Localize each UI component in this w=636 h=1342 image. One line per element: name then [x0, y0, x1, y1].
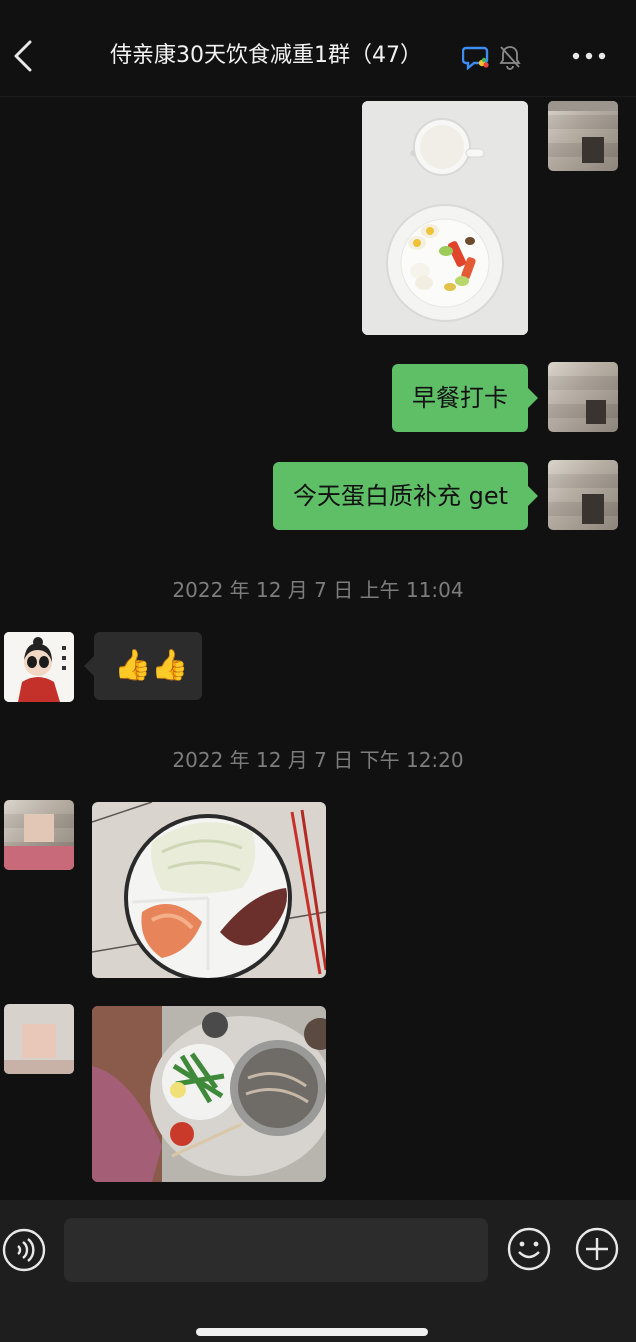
message-bubble[interactable]: 早餐打卡 — [392, 364, 538, 432]
lunch-photo[interactable] — [92, 802, 326, 978]
bell-slash-icon — [499, 46, 521, 70]
group-chat-icon[interactable] — [462, 44, 490, 70]
voice-icon[interactable] — [2, 1228, 46, 1272]
home-indicator — [196, 1328, 428, 1336]
emoji-icon[interactable] — [506, 1226, 552, 1272]
avatar[interactable] — [4, 1004, 74, 1074]
avatar[interactable] — [548, 101, 618, 171]
avatar[interactable] — [548, 460, 618, 530]
thumbs-up-emoji: 👍👍 — [114, 648, 189, 683]
breakfast-photo[interactable] — [362, 101, 528, 335]
timestamp: 2022 年 12 月 7 日 上午 11:04 — [172, 578, 464, 602]
dinner-photo[interactable] — [92, 1006, 326, 1182]
chat-title: 侍亲康30天饮食减重1群（47） — [110, 43, 422, 68]
message-bubble[interactable]: 👍👍 — [84, 632, 202, 700]
chevron-left-icon[interactable] — [6, 36, 40, 76]
avatar[interactable] — [4, 632, 74, 702]
avatar[interactable] — [548, 362, 618, 432]
avatar[interactable] — [4, 800, 74, 870]
plus-circle-icon[interactable] — [574, 1226, 620, 1272]
chat-header: 侍亲康30天饮食减重1群（47） — [0, 0, 636, 97]
message-input[interactable] — [64, 1218, 488, 1282]
ellipsis-icon[interactable] — [566, 46, 612, 66]
message-bubble[interactable]: 今天蛋白质补充 get — [272, 462, 539, 530]
timestamp: 2022 年 12 月 7 日 下午 12:20 — [172, 748, 464, 772]
